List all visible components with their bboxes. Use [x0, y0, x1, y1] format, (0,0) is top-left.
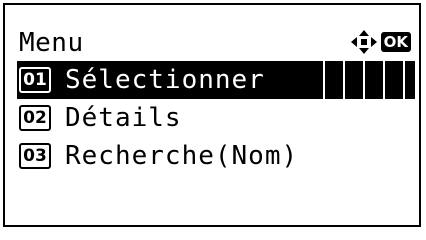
menu-item-label: Recherche(Nom)	[65, 141, 299, 171]
menu-list: 01 Sélectionner 02 Détails 03 Recherche(…	[17, 61, 415, 175]
item-number-badge: 02	[19, 105, 51, 131]
menu-title: Menu	[19, 28, 84, 58]
lcd-screen: Menu OK 01 Sélectionner 02 Détails 03 Re…	[3, 3, 421, 227]
title-bar: Menu OK	[13, 25, 413, 59]
menu-item-search-name[interactable]: 03 Recherche(Nom)	[17, 137, 415, 175]
menu-item-label: Détails	[65, 103, 182, 133]
four-way-arrow-icon	[350, 30, 377, 54]
ok-icon: OK	[380, 32, 411, 52]
item-number-badge: 03	[19, 143, 51, 169]
navigation-hint: OK	[350, 29, 411, 55]
menu-item-label: Sélectionner	[65, 65, 265, 95]
menu-item-details[interactable]: 02 Détails	[17, 99, 415, 137]
item-number-badge: 01	[19, 67, 51, 93]
menu-item-select[interactable]: 01 Sélectionner	[17, 61, 415, 99]
